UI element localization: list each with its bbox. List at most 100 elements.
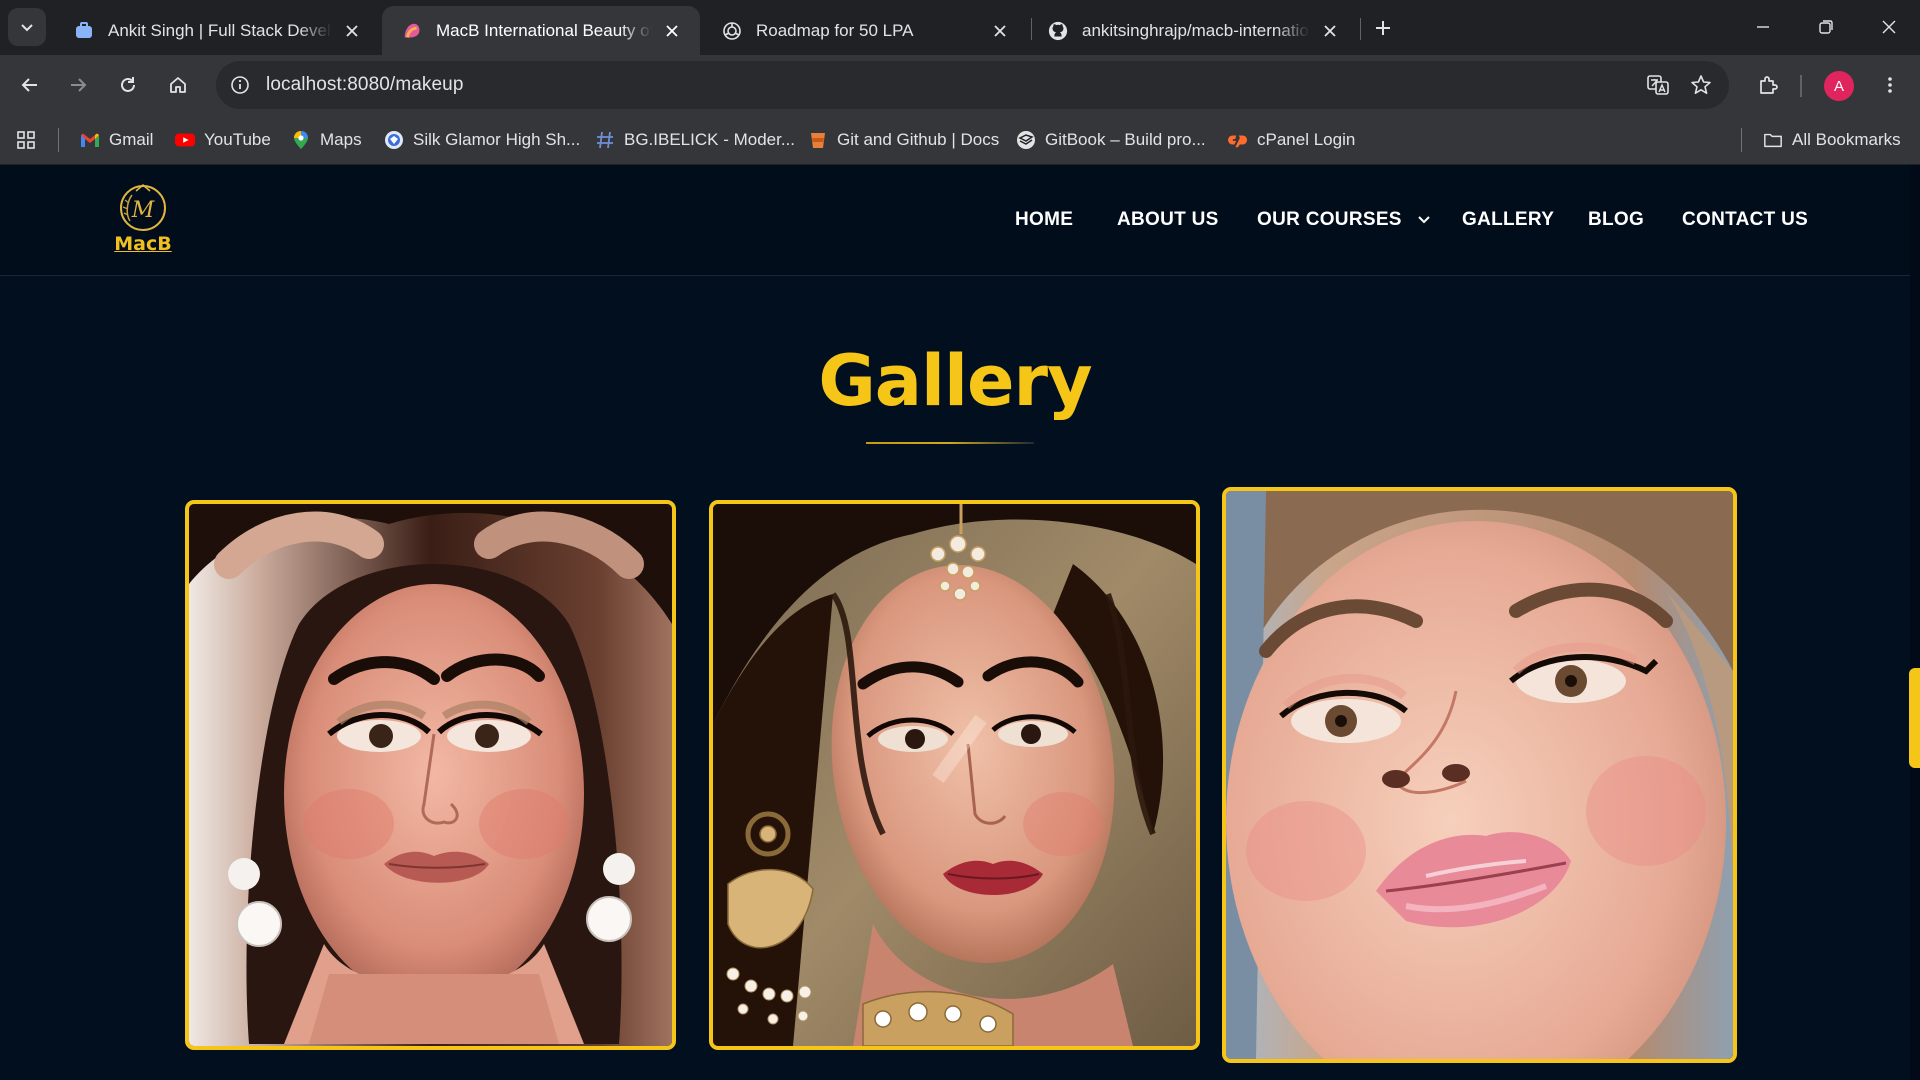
arrow-right-icon xyxy=(71,78,87,92)
gallery-title: Gallery xyxy=(818,340,1092,422)
url-text[interactable]: localhost:8080/makeup xyxy=(266,74,464,96)
tab-roadmap[interactable]: Roadmap for 50 LPA xyxy=(702,6,1028,55)
reload-icon xyxy=(121,77,135,92)
browser-toolbar: localhost:8080/makeup A xyxy=(0,55,1920,115)
profile-avatar[interactable]: A xyxy=(1824,71,1854,101)
apps-grid-icon xyxy=(16,130,36,150)
nav-home[interactable]: HOME xyxy=(1015,209,1073,231)
page-scrollbar-thumb[interactable] xyxy=(1909,668,1920,768)
nav-contact[interactable]: CONTACT US xyxy=(1682,209,1808,231)
cup-icon xyxy=(808,130,828,150)
bookmark-label: Silk Glamor High Sh... xyxy=(413,130,581,149)
portrait-image xyxy=(713,504,1196,1046)
macb-favicon-icon xyxy=(402,21,422,41)
nav-courses-label: OUR COURSES xyxy=(1257,209,1402,230)
toolbar-divider xyxy=(1800,75,1802,97)
extensions-button[interactable] xyxy=(1750,67,1786,103)
site-info-icon[interactable] xyxy=(228,73,252,97)
restore-button[interactable] xyxy=(1803,8,1849,46)
folder-icon xyxy=(1763,130,1783,150)
bookmark-maps[interactable]: Maps xyxy=(291,126,362,154)
bookmark-label: GitBook – Build pro... xyxy=(1045,130,1206,149)
home-icon xyxy=(170,77,186,93)
browser-tab-strip: Ankit Singh | Full Stack Developer MacB … xyxy=(0,0,1920,55)
close-icon[interactable] xyxy=(662,21,682,41)
restore-icon xyxy=(1819,20,1833,34)
nav-courses[interactable]: OUR COURSES xyxy=(1257,209,1431,231)
bookmark-label: cPanel Login xyxy=(1257,130,1356,149)
maps-pin-icon xyxy=(291,130,311,150)
kebab-menu-icon xyxy=(1888,77,1892,93)
youtube-icon xyxy=(175,130,195,150)
close-icon xyxy=(1882,20,1896,34)
bookmark-gmail[interactable]: Gmail xyxy=(80,126,153,154)
close-icon[interactable] xyxy=(342,21,362,41)
gallery-image-2[interactable] xyxy=(709,500,1200,1050)
puzzle-icon xyxy=(1760,76,1778,94)
briefcase-icon xyxy=(74,21,94,41)
openai-icon xyxy=(722,21,742,41)
gmail-icon xyxy=(80,130,100,150)
gallery-image-1[interactable] xyxy=(185,500,676,1050)
close-icon[interactable] xyxy=(1320,21,1340,41)
tab-title: ankitsinghrajp/macb-international xyxy=(1082,20,1310,40)
cpanel-icon xyxy=(1228,130,1248,150)
tab-divider xyxy=(1360,18,1361,40)
tab-title: Ankit Singh | Full Stack Developer xyxy=(108,20,332,40)
new-tab-button[interactable] xyxy=(1368,13,1398,43)
bookmark-cpanel[interactable]: cPanel Login xyxy=(1228,126,1355,154)
home-button[interactable] xyxy=(160,67,196,103)
title-underline xyxy=(866,442,1034,444)
logo-text[interactable]: MacB xyxy=(108,233,178,255)
tab-macb[interactable]: MacB International Beauty of School xyxy=(382,6,700,55)
bookmark-label: Gmail xyxy=(109,130,154,149)
bookmarks-bar: Gmail YouTube Maps Silk Glamor High Sh..… xyxy=(0,115,1920,165)
reload-button[interactable] xyxy=(110,67,146,103)
all-bookmarks-button[interactable]: All Bookmarks xyxy=(1763,126,1901,154)
hash-icon xyxy=(595,130,615,150)
tab-portfolio[interactable]: Ankit Singh | Full Stack Developer xyxy=(54,6,380,55)
nav-gallery[interactable]: GALLERY xyxy=(1462,209,1554,231)
gallery-image-3[interactable] xyxy=(1222,487,1737,1063)
bookmark-label: BG.IBELICK - Moder... xyxy=(624,130,796,149)
portrait-image xyxy=(1226,491,1733,1059)
nav-about[interactable]: ABOUT US xyxy=(1117,209,1219,231)
github-icon xyxy=(1048,21,1068,41)
tab-title: Roadmap for 50 LPA xyxy=(756,20,914,40)
bookmarks-divider xyxy=(1741,128,1742,152)
bookmark-silk-glamor[interactable]: Silk Glamor High Sh... xyxy=(384,126,580,154)
bookmark-bg-ibelick[interactable]: BG.IBELICK - Moder... xyxy=(595,126,795,154)
site-header: M MacB HOME ABOUT US OUR COURSES GALLERY… xyxy=(0,165,1910,276)
bookmark-label: Maps xyxy=(320,130,362,149)
logo-letter: M xyxy=(131,198,155,223)
portrait-image xyxy=(189,504,672,1046)
minimize-button[interactable] xyxy=(1740,8,1786,46)
all-bookmarks-label: All Bookmarks xyxy=(1792,130,1901,149)
minimize-icon xyxy=(1757,26,1769,28)
bookmark-youtube[interactable]: YouTube xyxy=(175,126,271,154)
apps-button[interactable] xyxy=(16,126,45,154)
gitbook-icon xyxy=(1016,130,1036,150)
chevron-down-icon xyxy=(1418,216,1431,224)
arrow-left-icon xyxy=(21,78,37,92)
nav-blog[interactable]: BLOG xyxy=(1588,209,1644,231)
close-window-button[interactable] xyxy=(1866,8,1912,46)
address-bar[interactable]: localhost:8080/makeup xyxy=(216,61,1729,109)
page-scrollbar[interactable] xyxy=(1910,165,1920,1080)
tab-github[interactable]: ankitsinghrajp/macb-international xyxy=(1028,6,1358,55)
close-icon[interactable] xyxy=(990,21,1010,41)
tab-title: MacB International Beauty of School xyxy=(436,20,652,40)
globe-icon xyxy=(384,130,404,150)
bookmark-star-icon[interactable] xyxy=(1688,72,1714,98)
bookmark-gitbook[interactable]: GitBook – Build pro... xyxy=(1016,126,1206,154)
menu-button[interactable] xyxy=(1872,67,1908,103)
back-button[interactable] xyxy=(12,67,48,103)
bookmark-label: YouTube xyxy=(204,130,271,149)
bookmark-label: Git and Github | Docs xyxy=(837,130,1000,149)
bookmarks-divider xyxy=(58,128,59,152)
tab-search-button[interactable] xyxy=(8,8,46,46)
translate-icon[interactable] xyxy=(1645,72,1671,98)
chevron-down-icon xyxy=(21,24,33,32)
bookmark-git-github[interactable]: Git and Github | Docs xyxy=(808,126,999,154)
forward-button[interactable] xyxy=(60,67,96,103)
